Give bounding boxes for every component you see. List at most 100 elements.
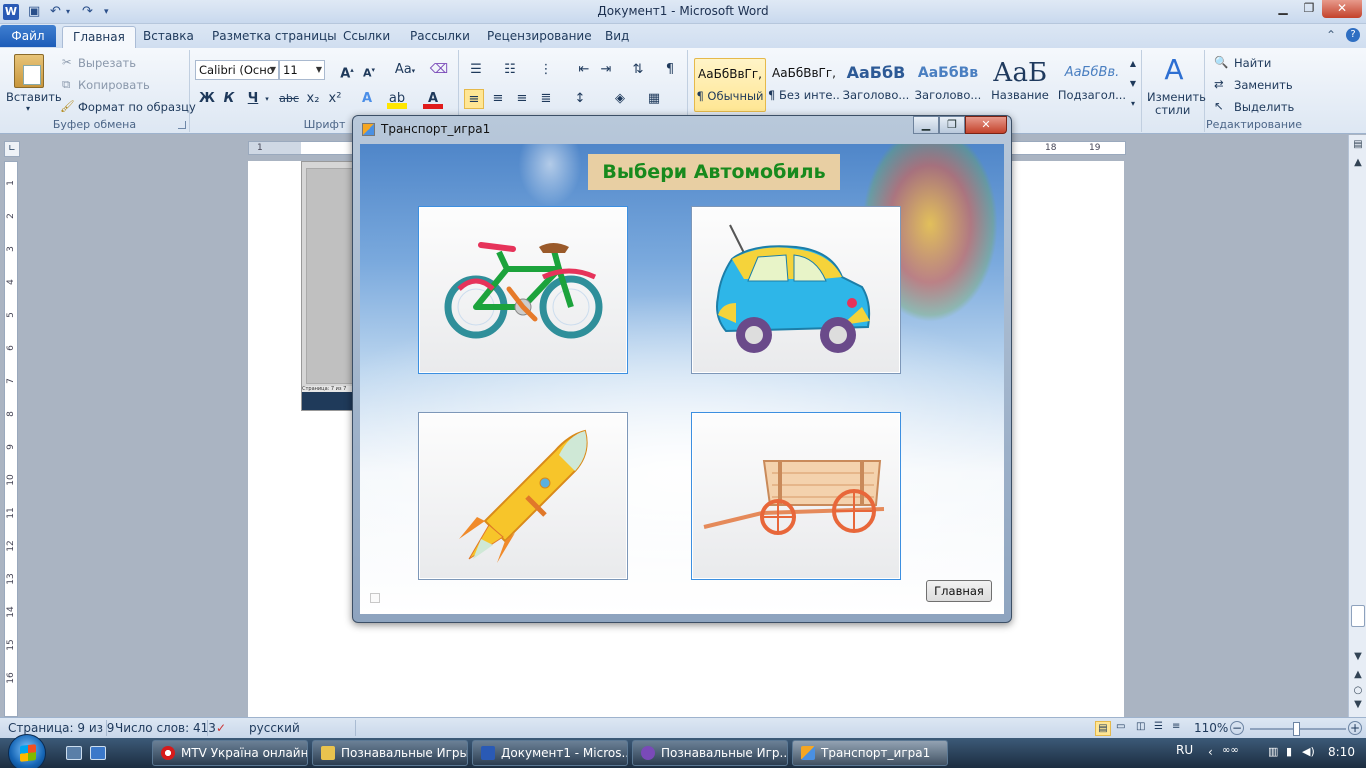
- tab-insert[interactable]: Вставка: [143, 26, 194, 48]
- ruler-toggle-icon[interactable]: ▤: [1351, 139, 1365, 150]
- copy-button[interactable]: Копировать: [78, 78, 150, 92]
- zoom-in-icon[interactable]: +: [1348, 721, 1362, 735]
- draft-icon[interactable]: ≡: [1172, 721, 1180, 732]
- bullets-icon[interactable]: ☰: [466, 60, 486, 80]
- help-icon[interactable]: ?: [1346, 28, 1360, 42]
- styles-more-icon[interactable]: ▾: [1126, 94, 1140, 112]
- multilevel-list-icon[interactable]: ⋮: [536, 60, 556, 80]
- sort-icon[interactable]: ⇅: [628, 60, 648, 80]
- collapse-ribbon-icon[interactable]: ⌃: [1326, 28, 1336, 42]
- web-layout-icon[interactable]: ◫: [1136, 721, 1145, 732]
- highlight-icon[interactable]: ab: [387, 89, 407, 109]
- find-button[interactable]: Найти: [1234, 56, 1271, 70]
- outline-icon[interactable]: ☰: [1154, 721, 1163, 732]
- style-subtitle[interactable]: АаБбВв. Подзагол...: [1056, 58, 1128, 112]
- font-color-icon[interactable]: A: [423, 89, 443, 109]
- justify-icon[interactable]: ≣: [536, 89, 556, 109]
- select-button[interactable]: Выделить: [1234, 100, 1294, 114]
- reading-layout-icon[interactable]: ▭: [1116, 721, 1125, 732]
- taskbar-item-word[interactable]: Документ1 - Micros...: [472, 740, 628, 766]
- subscript-button[interactable]: x₂: [303, 89, 323, 109]
- paste-icon[interactable]: [14, 54, 44, 88]
- tray-network-icon[interactable]: ▥: [1268, 745, 1278, 758]
- shading-icon[interactable]: ◈: [610, 89, 630, 109]
- scroll-down-icon[interactable]: ▼: [1351, 651, 1365, 662]
- align-center-icon[interactable]: ≡: [488, 89, 508, 109]
- underline-dropdown-icon[interactable]: ▾: [257, 89, 277, 109]
- change-styles-label[interactable]: Изменить: [1147, 90, 1206, 104]
- borders-icon[interactable]: ▦: [644, 89, 664, 109]
- style-heading-1[interactable]: АаБбВ Заголово...: [840, 58, 912, 112]
- line-spacing-icon[interactable]: ↕: [570, 89, 590, 109]
- paste-dropdown-icon[interactable]: ▾: [26, 104, 30, 113]
- tray-expand-icon[interactable]: ‹: [1208, 745, 1213, 759]
- start-button[interactable]: [8, 734, 46, 768]
- change-styles-icon[interactable]: A: [1157, 54, 1191, 86]
- card-rocket[interactable]: [418, 412, 628, 580]
- switch-windows-icon[interactable]: [90, 746, 106, 760]
- show-desktop-icon[interactable]: [66, 746, 82, 760]
- browse-object-icon[interactable]: ○: [1351, 685, 1365, 696]
- vertical-scrollbar[interactable]: ▤ ▲ ▼ ▲ ○ ▼: [1348, 135, 1366, 717]
- decrease-indent-icon[interactable]: ⇤: [574, 60, 594, 80]
- language[interactable]: русский: [249, 721, 300, 735]
- window-app-icon[interactable]: [362, 123, 375, 136]
- select-icon[interactable]: ↖: [1214, 99, 1224, 113]
- tab-page-layout[interactable]: Разметка страницы: [212, 26, 337, 48]
- clipboard-launcher-icon[interactable]: [178, 121, 186, 129]
- card-cart[interactable]: [691, 412, 901, 580]
- zoom-out-icon[interactable]: −: [1230, 721, 1244, 735]
- tab-home[interactable]: Главная: [62, 26, 136, 48]
- main-menu-button[interactable]: Главная: [926, 580, 992, 602]
- maximize-icon[interactable]: ❐: [1296, 0, 1322, 18]
- dialog-minimize-icon[interactable]: ▁: [913, 116, 939, 134]
- style-heading-2[interactable]: АаБбВв Заголово...: [912, 58, 984, 112]
- checkbox[interactable]: [370, 593, 380, 603]
- increase-indent-icon[interactable]: ⇥: [596, 60, 616, 80]
- paste-button[interactable]: Вставить: [6, 90, 62, 104]
- superscript-button[interactable]: x²: [325, 89, 345, 109]
- zoom-slider-thumb[interactable]: [1293, 722, 1300, 736]
- replace-icon[interactable]: ⇄: [1214, 77, 1224, 91]
- tab-view[interactable]: Вид: [605, 26, 629, 48]
- dialog-maximize-icon[interactable]: ❐: [939, 116, 965, 134]
- tab-review[interactable]: Рецензирование: [487, 26, 592, 48]
- clock[interactable]: 8:10: [1328, 745, 1355, 759]
- print-layout-icon[interactable]: ▤: [1095, 721, 1111, 736]
- dialog-close-icon[interactable]: ✕: [965, 116, 1007, 134]
- shrink-font-icon[interactable]: A▾: [359, 60, 379, 80]
- tray-power-icon[interactable]: ▮: [1286, 745, 1292, 758]
- find-icon[interactable]: 🔍: [1214, 55, 1228, 69]
- close-icon[interactable]: ✕: [1322, 0, 1362, 18]
- show-marks-icon[interactable]: ¶: [660, 60, 680, 80]
- tab-selector-icon[interactable]: ∟: [4, 141, 20, 157]
- clear-formatting-icon[interactable]: ⌫: [429, 60, 449, 80]
- change-case-button[interactable]: Aa▾: [391, 60, 419, 80]
- strikethrough-button[interactable]: abc: [277, 89, 301, 109]
- styles-scroll-down-icon[interactable]: ▼: [1126, 74, 1140, 92]
- zoom-level[interactable]: 110%: [1194, 721, 1228, 735]
- tray-app-icon[interactable]: ∞∞: [1222, 745, 1239, 756]
- styles-scroll-up-icon[interactable]: ▲: [1126, 54, 1140, 72]
- proofing-icon[interactable]: ✓: [216, 721, 226, 735]
- font-name-combo[interactable]: Calibri (Осно ▼: [195, 60, 279, 80]
- font-size-combo[interactable]: 11 ▼: [279, 60, 325, 80]
- style-title[interactable]: АаБ Название: [984, 58, 1056, 112]
- numbering-icon[interactable]: ☷: [500, 60, 520, 80]
- grow-font-icon[interactable]: A▴: [337, 60, 357, 81]
- format-painter-button[interactable]: Формат по образцу: [78, 100, 196, 114]
- word-count[interactable]: Число слов: 413: [115, 721, 216, 735]
- italic-button[interactable]: К: [219, 89, 239, 109]
- taskbar-item-game-project[interactable]: Познавальные Игр...: [632, 740, 788, 766]
- cut-icon[interactable]: ✂: [62, 55, 72, 69]
- scroll-thumb[interactable]: [1351, 605, 1365, 627]
- format-painter-icon[interactable]: 🖌: [60, 99, 75, 113]
- card-bicycle[interactable]: [418, 206, 628, 374]
- copy-icon[interactable]: ⧉: [62, 77, 70, 92]
- page-count[interactable]: Страница: 9 из 9: [8, 721, 114, 735]
- minimize-icon[interactable]: ▁: [1270, 0, 1296, 18]
- cut-button[interactable]: Вырезать: [78, 56, 136, 70]
- change-styles-label-2[interactable]: стили: [1155, 103, 1190, 117]
- style-no-spacing[interactable]: АаБбВвГг, ¶ Без инте...: [768, 58, 840, 112]
- bold-button[interactable]: Ж: [197, 89, 217, 109]
